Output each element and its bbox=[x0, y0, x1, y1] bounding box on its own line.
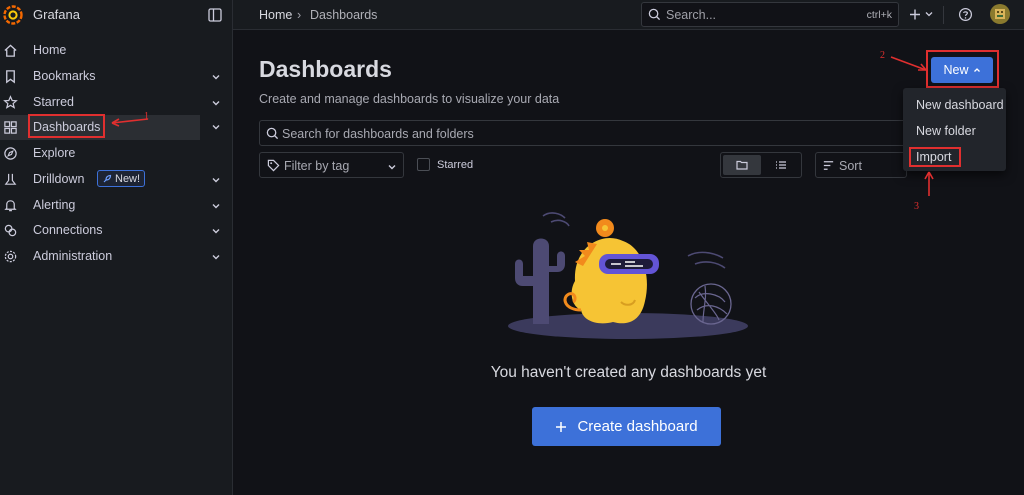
connections-icon bbox=[4, 224, 17, 237]
sidebar-item-connections[interactable]: Connections bbox=[0, 218, 233, 243]
annotation-arrow-icon bbox=[924, 171, 934, 196]
chevron-down-icon[interactable] bbox=[211, 98, 221, 108]
annotation-arrow-icon bbox=[890, 56, 927, 71]
chevron-down-icon[interactable] bbox=[211, 72, 221, 82]
tag-icon bbox=[267, 159, 280, 172]
new-button[interactable]: New bbox=[931, 57, 993, 83]
search-shortcut: ctrl+k bbox=[866, 9, 892, 21]
dashboard-search-placeholder: Search for dashboards and folders bbox=[282, 127, 474, 141]
chevron-down-icon bbox=[388, 165, 396, 170]
new-dropdown-menu: New dashboard New folder Import bbox=[903, 88, 1006, 171]
tag-filter-select[interactable]: Filter by tag bbox=[259, 152, 404, 178]
sidebar-item-label: Starred bbox=[33, 95, 74, 109]
breadcrumb-home[interactable]: Home bbox=[259, 8, 292, 22]
list-view-button[interactable] bbox=[762, 155, 800, 175]
search-icon bbox=[266, 127, 279, 140]
avatar[interactable] bbox=[990, 4, 1010, 24]
grafana-logo-icon[interactable] bbox=[3, 5, 23, 25]
tag-filter-placeholder: Filter by tag bbox=[284, 159, 350, 173]
sidebar-item-label: Drilldown bbox=[33, 172, 85, 186]
sidebar-item-label: Bookmarks bbox=[33, 69, 96, 83]
dashboard-search-input[interactable]: Search for dashboards and folders bbox=[259, 120, 927, 146]
new-badge-label: New! bbox=[115, 172, 141, 185]
starred-checkbox[interactable] bbox=[417, 158, 430, 171]
help-icon[interactable] bbox=[958, 7, 973, 22]
sidebar-item-home[interactable]: Home bbox=[0, 38, 233, 63]
cog-icon bbox=[4, 250, 17, 263]
annotation-number-3: 3 bbox=[914, 201, 919, 212]
chevron-down-icon[interactable] bbox=[211, 252, 221, 262]
add-menu-icon[interactable] bbox=[909, 8, 935, 21]
starred-filter[interactable]: Starred bbox=[417, 158, 473, 171]
chevron-down-icon[interactable] bbox=[211, 175, 221, 185]
sidebar-item-label: Connections bbox=[33, 223, 103, 237]
sidebar-item-label: Dashboards bbox=[33, 120, 101, 134]
sidebar-item-dashboards[interactable]: Dashboards bbox=[0, 115, 200, 140]
menu-item-new-folder[interactable]: New folder bbox=[916, 124, 976, 138]
dock-menu-icon[interactable] bbox=[208, 8, 222, 22]
search-icon bbox=[648, 8, 661, 21]
sidebar-item-drilldown[interactable]: Drilldown New! bbox=[0, 167, 233, 192]
breadcrumb-current: Dashboards bbox=[310, 8, 378, 22]
empty-state-illustration bbox=[508, 212, 748, 339]
sidebar-item-administration[interactable]: Administration bbox=[0, 244, 233, 269]
sidebar-item-starred[interactable]: Starred bbox=[0, 90, 233, 115]
breadcrumb-separator-icon: › bbox=[297, 8, 302, 22]
sidebar-item-label: Explore bbox=[33, 146, 76, 160]
chevron-down-icon[interactable] bbox=[211, 122, 221, 132]
page-title: Dashboards bbox=[259, 56, 392, 82]
home-icon bbox=[4, 44, 17, 57]
top-search-input[interactable]: Search... ctrl+k bbox=[641, 2, 899, 27]
chevron-down-icon[interactable] bbox=[211, 201, 221, 211]
plus-icon bbox=[556, 421, 567, 432]
list-icon bbox=[776, 161, 786, 169]
rocket-icon bbox=[103, 174, 112, 182]
top-bar: Home › Dashboards Search... ctrl+k bbox=[233, 0, 1024, 30]
starred-label: Starred bbox=[437, 158, 474, 171]
annotation-number-1: 1 bbox=[144, 111, 149, 122]
sort-icon bbox=[823, 161, 834, 170]
bookmark-icon bbox=[6, 70, 15, 84]
folder-view-button[interactable] bbox=[723, 155, 761, 175]
chevron-down-icon[interactable] bbox=[211, 226, 221, 236]
sidebar-item-label: Home bbox=[33, 43, 67, 57]
sidebar-item-alerting[interactable]: Alerting bbox=[0, 193, 233, 218]
compass-icon bbox=[4, 147, 17, 160]
view-toggle bbox=[720, 152, 802, 178]
apps-icon bbox=[4, 121, 17, 134]
top-search-placeholder: Search... bbox=[666, 8, 717, 22]
sort-placeholder: Sort bbox=[839, 159, 862, 173]
page-subtitle: Create and manage dashboards to visualiz… bbox=[259, 92, 560, 106]
sidebar-item-explore[interactable]: Explore bbox=[0, 141, 233, 166]
brand: Grafana bbox=[0, 0, 233, 30]
main-content: Dashboards Create and manage dashboards … bbox=[233, 31, 1024, 495]
empty-state-message: You haven't created any dashboards yet bbox=[490, 364, 767, 381]
sidebar: Grafana Home Bookmarks Starred Dashboard… bbox=[0, 0, 233, 495]
app-title: Grafana bbox=[33, 7, 80, 22]
chevron-up-icon bbox=[973, 68, 980, 72]
menu-item-new-dashboard[interactable]: New dashboard bbox=[916, 98, 1004, 112]
folder-icon bbox=[736, 160, 748, 170]
create-dashboard-button[interactable]: Create dashboard bbox=[532, 407, 721, 446]
sort-select[interactable]: Sort bbox=[815, 152, 907, 178]
menu-item-import[interactable]: Import bbox=[916, 150, 951, 164]
sidebar-item-label: Alerting bbox=[33, 198, 76, 212]
bell-icon bbox=[4, 200, 17, 212]
new-button-label: New bbox=[943, 63, 969, 77]
drilldown-icon bbox=[4, 173, 17, 185]
star-icon bbox=[3, 95, 18, 109]
sidebar-item-label: Administration bbox=[33, 249, 113, 263]
annotation-number-2: 2 bbox=[880, 50, 885, 61]
sidebar-item-bookmarks[interactable]: Bookmarks bbox=[0, 64, 233, 89]
create-dashboard-label: Create dashboard bbox=[577, 418, 698, 435]
divider bbox=[943, 6, 944, 24]
new-badge: New! bbox=[97, 170, 146, 187]
